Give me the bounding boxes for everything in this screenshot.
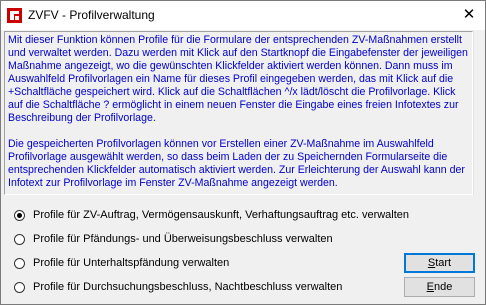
info-scrollbar[interactable] xyxy=(473,31,484,195)
title-bar: ZVFV - Profilverwaltung ✕ xyxy=(1,1,485,30)
option-durchsuchung[interactable]: Profile für Durchsuchungsbeschluss, Nach… xyxy=(14,279,342,295)
info-paragraph-2: Die gespeicherten Profilvorlagen können … xyxy=(8,138,465,189)
profilverwaltung-window: ZVFV - Profilverwaltung ✕ Mit dieser Fun… xyxy=(0,0,486,305)
radio-unterhalt[interactable] xyxy=(14,257,25,269)
window-title: ZVFV - Profilverwaltung xyxy=(28,8,155,22)
option-zv-auftrag-label: Profile für ZV-Auftrag, Vermögensauskunf… xyxy=(33,209,410,221)
ende-button[interactable]: Ende xyxy=(404,277,475,297)
option-durchsuchung-label: Profile für Durchsuchungsbeschluss, Nach… xyxy=(33,281,343,293)
radio-zv-auftrag[interactable] xyxy=(14,209,25,221)
option-unterhalt-label: Profile für Unterhaltspfändung verwalten xyxy=(33,257,230,269)
radio-durchsuchung[interactable] xyxy=(14,281,25,293)
option-unterhalt[interactable]: Profile für Unterhaltspfändung verwalten xyxy=(14,255,229,271)
option-pfueb-label: Profile für Pfändungs- und Überweisungsb… xyxy=(33,233,333,245)
option-pfueb[interactable]: Profile für Pfändungs- und Überweisungsb… xyxy=(14,231,333,247)
info-textbox[interactable]: Mit dieser Funktion können Profile für d… xyxy=(4,31,473,195)
info-paragraph-1: Mit dieser Funktion können Profile für d… xyxy=(8,34,468,124)
radio-pfueb[interactable] xyxy=(14,233,25,245)
app-icon xyxy=(7,8,22,23)
close-button[interactable]: ✕ xyxy=(459,6,479,24)
option-zv-auftrag[interactable]: Profile für ZV-Auftrag, Vermögensauskunf… xyxy=(14,207,409,223)
start-button[interactable]: Start xyxy=(404,253,475,273)
